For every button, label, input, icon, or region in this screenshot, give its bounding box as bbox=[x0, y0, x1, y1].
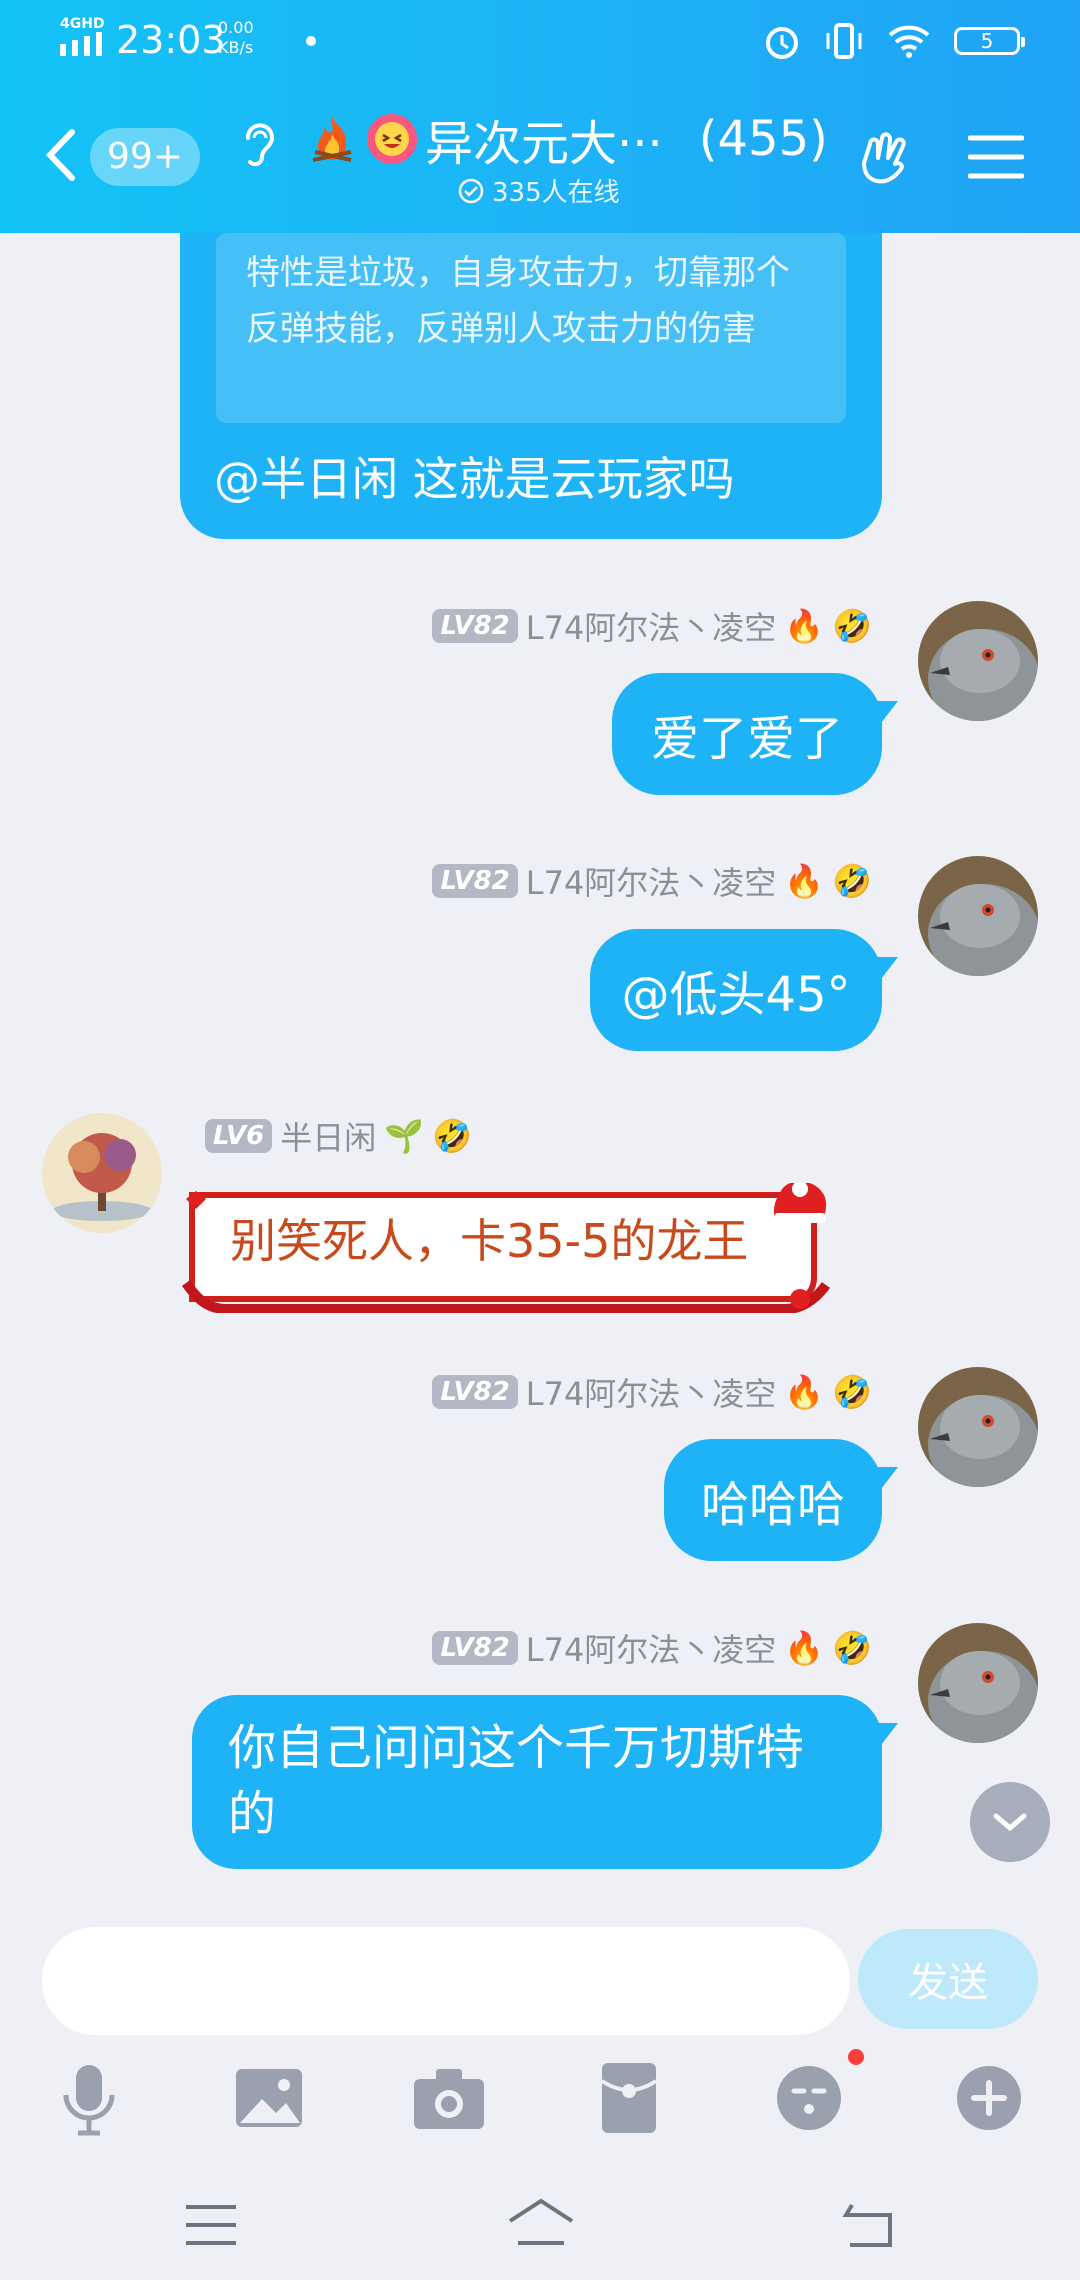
recent-apps-icon[interactable] bbox=[184, 2203, 238, 2247]
battery-icon: 5 bbox=[954, 27, 1025, 55]
fire-icon bbox=[312, 116, 352, 162]
sender-name: L74阿尔法丶凌空 bbox=[525, 864, 777, 902]
sender-name: L74阿尔法丶凌空 bbox=[525, 1631, 777, 1669]
fire-icon: 🔥 bbox=[784, 1373, 825, 1411]
clock: 23:03 bbox=[116, 18, 226, 62]
chevron-down-icon bbox=[993, 1813, 1027, 1868]
back-icon[interactable] bbox=[44, 128, 76, 182]
wifi-icon bbox=[888, 25, 930, 58]
message-list[interactable]: 特性是垃圾，自身攻击力，切靠那个反弹技能，反弹别人攻击力的伤害 @半日闲 这就是… bbox=[0, 233, 1080, 1913]
avatar[interactable] bbox=[918, 856, 1038, 976]
check-circle-icon bbox=[458, 178, 484, 203]
plus-icon[interactable] bbox=[944, 2053, 1034, 2143]
sprout-icon: 🌱 bbox=[384, 1117, 425, 1155]
laughing-face-icon bbox=[367, 114, 417, 164]
quoted-text: 特性是垃圾，自身攻击力，切靠那个反弹技能，反弹别人攻击力的伤害 bbox=[216, 233, 846, 423]
menu-icon[interactable] bbox=[968, 134, 1024, 180]
message-bubble[interactable]: 别笑死人，卡35-5的龙王 bbox=[180, 1183, 850, 1313]
sender-name: L74阿尔法丶凌空 bbox=[525, 609, 777, 647]
bubble-tail bbox=[872, 957, 898, 983]
group-title[interactable]: 异次元大··· (455) bbox=[305, 104, 828, 174]
ear-icon[interactable] bbox=[240, 118, 276, 168]
send-button[interactable]: 发送 bbox=[858, 1929, 1038, 2029]
message-bubble[interactable]: 爱了爱了 bbox=[612, 673, 882, 795]
fire-icon: 🔥 bbox=[784, 862, 825, 900]
red-packet-icon[interactable] bbox=[584, 2053, 674, 2143]
message-sender-row: LV82 L74阿尔法丶凌空 🔥 🤣 bbox=[432, 858, 872, 904]
unread-badge[interactable]: 99+ bbox=[90, 128, 200, 186]
system-navigation-bar bbox=[0, 2173, 1080, 2280]
scroll-to-bottom-button[interactable] bbox=[970, 1782, 1050, 1868]
home-icon[interactable] bbox=[506, 2197, 576, 2247]
signal-icon bbox=[60, 32, 102, 56]
vibrate-icon bbox=[826, 23, 862, 59]
laughing-face-icon: 🤣 bbox=[832, 862, 872, 900]
message-bubble[interactable]: 哈哈哈 bbox=[664, 1439, 882, 1561]
emoji-icon[interactable] bbox=[764, 2053, 854, 2143]
status-icons: 5 bbox=[762, 20, 1025, 62]
laughing-face-icon: 🤣 bbox=[832, 607, 872, 645]
reply-text: @半日闲 这就是云玩家吗 bbox=[214, 452, 735, 506]
message-sender-row: LV6 半日闲 🌱 🤣 bbox=[205, 1113, 472, 1159]
level-badge: LV6 bbox=[205, 1119, 273, 1153]
bubble-tail bbox=[872, 701, 898, 727]
message-input[interactable] bbox=[42, 1927, 850, 2035]
back-nav-icon[interactable] bbox=[842, 2201, 896, 2249]
message-sender-row: LV82 L74阿尔法丶凌空 🔥 🤣 bbox=[432, 1369, 872, 1415]
online-status: 335人在线 bbox=[458, 172, 620, 209]
alarm-icon bbox=[766, 27, 798, 59]
level-badge: LV82 bbox=[432, 864, 518, 898]
online-count: 335人在线 bbox=[492, 178, 620, 208]
message-text: 别笑死人，卡35-5的龙王 bbox=[230, 1214, 749, 1268]
message-sender-row: LV82 L74阿尔法丶凌空 🔥 🤣 bbox=[432, 1625, 872, 1671]
avatar[interactable] bbox=[918, 1623, 1038, 1743]
image-icon[interactable] bbox=[224, 2053, 314, 2143]
avatar[interactable] bbox=[918, 601, 1038, 721]
member-count: (455) bbox=[698, 111, 828, 167]
status-bar: 4GHD 23:03 0.00 KB/s 5 bbox=[0, 0, 1080, 80]
level-badge: LV82 bbox=[432, 1375, 518, 1409]
sender-name: 半日闲 bbox=[280, 1119, 377, 1157]
message-bubble[interactable]: 你自己问问这个千万切斯特的 bbox=[192, 1695, 882, 1869]
bubble-tail bbox=[872, 1467, 898, 1493]
fire-icon: 🔥 bbox=[784, 1629, 825, 1667]
message-bubble[interactable]: @低头45° bbox=[590, 929, 882, 1051]
microphone-icon[interactable] bbox=[44, 2053, 134, 2143]
laughing-face-icon: 🤣 bbox=[832, 1373, 872, 1411]
laughing-face-icon: 🤣 bbox=[432, 1117, 472, 1155]
new-indicator-dot bbox=[848, 2049, 864, 2065]
speed-value: 0.00 bbox=[218, 18, 254, 37]
input-bar: 发送 bbox=[0, 1913, 1080, 2280]
message-sender-row: LV82 L74阿尔法丶凌空 🔥 🤣 bbox=[432, 603, 872, 649]
fire-icon: 🔥 bbox=[784, 607, 825, 645]
chat-header: 4GHD 23:03 0.00 KB/s 5 99+ 异次元大··· (455)… bbox=[0, 0, 1080, 233]
network-speed: 0.00 KB/s bbox=[218, 18, 254, 58]
notification-dot bbox=[306, 36, 316, 46]
laughing-face-icon: 🤣 bbox=[832, 1629, 872, 1667]
level-badge: LV82 bbox=[432, 1631, 518, 1665]
reply-message-bubble[interactable]: 特性是垃圾，自身攻击力，切靠那个反弹技能，反弹别人攻击力的伤害 @半日闲 这就是… bbox=[180, 233, 882, 539]
level-badge: LV82 bbox=[432, 609, 518, 643]
toolbar bbox=[0, 2053, 1080, 2163]
hand-gesture-icon[interactable] bbox=[860, 126, 918, 186]
group-name: 异次元大··· bbox=[425, 116, 663, 172]
camera-icon[interactable] bbox=[404, 2053, 494, 2143]
speed-unit: KB/s bbox=[218, 38, 254, 57]
avatar[interactable] bbox=[42, 1113, 162, 1233]
bubble-tail bbox=[872, 1723, 898, 1749]
sender-name: L74阿尔法丶凌空 bbox=[525, 1375, 777, 1413]
avatar[interactable] bbox=[918, 1367, 1038, 1487]
